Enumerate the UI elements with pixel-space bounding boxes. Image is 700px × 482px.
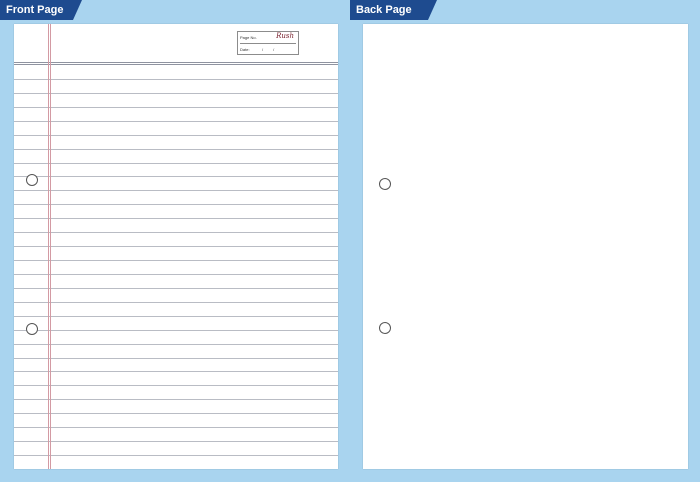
front-page-sheet: Page No. Rush Date: //	[14, 24, 338, 469]
punch-hole-top	[379, 178, 391, 190]
date-separator-1: /	[262, 47, 274, 52]
ruled-line	[14, 413, 338, 414]
page-date-box: Page No. Rush Date: //	[237, 31, 299, 55]
brand-logo: Rush	[276, 32, 294, 40]
ruled-lines	[14, 24, 338, 469]
ruled-line	[14, 302, 338, 303]
ruled-line	[14, 371, 338, 372]
ruled-line	[14, 358, 338, 359]
ruled-line	[14, 218, 338, 219]
ruled-line	[14, 93, 338, 94]
punch-hole-bottom	[26, 323, 38, 335]
page-no-label: Page No.	[240, 35, 257, 40]
header-rule-line	[14, 62, 338, 63]
ruled-line	[14, 107, 338, 108]
ruled-line	[14, 135, 338, 136]
ruled-line	[14, 344, 338, 345]
ruled-line	[14, 385, 338, 386]
ruled-line	[14, 330, 338, 331]
ruled-line	[14, 232, 338, 233]
date-separator-2: /	[273, 47, 285, 52]
ruled-line	[14, 121, 338, 122]
ruled-line	[14, 149, 338, 150]
page-no-row: Page No. Rush	[240, 32, 296, 44]
header-rule-line	[14, 64, 338, 65]
back-page-sheet	[363, 24, 688, 469]
ruled-line	[14, 316, 338, 317]
date-separators: //	[262, 44, 284, 55]
ruled-line	[14, 176, 338, 177]
ruled-line	[14, 274, 338, 275]
front-page-label: Front Page	[0, 0, 82, 20]
date-row: Date: //	[240, 44, 296, 55]
ruled-line	[14, 163, 338, 164]
ruled-line	[14, 246, 338, 247]
punch-hole-bottom	[379, 322, 391, 334]
ruled-line	[14, 441, 338, 442]
ruled-line	[14, 288, 338, 289]
back-page-label: Back Page	[350, 0, 437, 20]
ruled-line	[14, 427, 338, 428]
ruled-line	[14, 260, 338, 261]
ruled-line	[14, 455, 338, 456]
ruled-line	[14, 399, 338, 400]
ruled-line	[14, 204, 338, 205]
margin-line-left	[48, 24, 49, 469]
margin-line-right	[50, 24, 51, 469]
ruled-line	[14, 79, 338, 80]
date-label: Date:	[240, 47, 250, 52]
ruled-line	[14, 190, 338, 191]
punch-hole-top	[26, 174, 38, 186]
